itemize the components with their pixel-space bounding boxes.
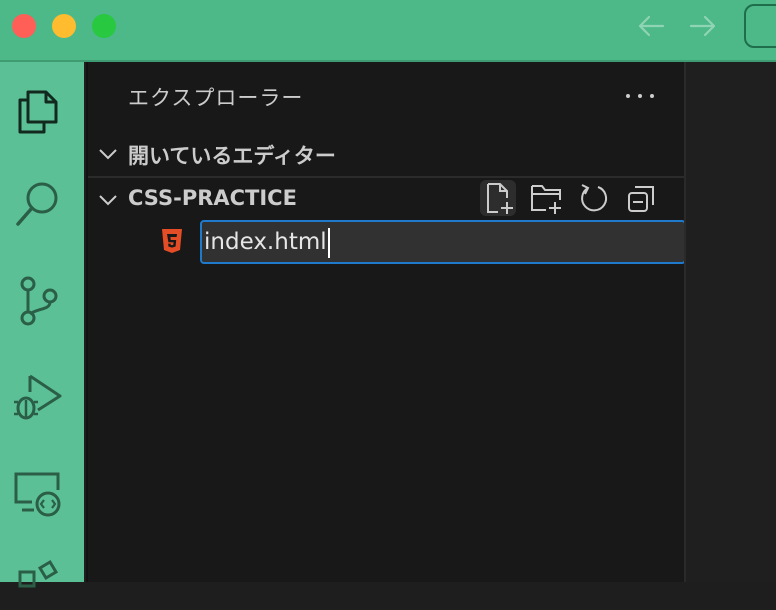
title-bar [0, 0, 776, 62]
go-forward-icon[interactable] [688, 12, 718, 40]
refresh-button[interactable] [576, 180, 612, 216]
activity-bar [0, 62, 84, 588]
chevron-down-icon [99, 195, 117, 206]
maximize-window-button[interactable] [92, 14, 116, 38]
new-folder-button[interactable] [528, 180, 564, 216]
collapse-all-button[interactable] [624, 180, 660, 216]
new-file-icon [487, 183, 513, 214]
section-open-editors[interactable]: 開いているエディター [88, 132, 686, 178]
editor-area[interactable] [684, 62, 776, 582]
chevron-down-icon [99, 149, 117, 160]
more-actions-icon[interactable] [624, 90, 656, 102]
extensions-icon[interactable] [12, 558, 64, 610]
section-project[interactable]: CSS-PRACTICE [88, 178, 686, 222]
close-window-button[interactable] [12, 14, 36, 38]
project-label: CSS-PRACTICE [128, 186, 297, 210]
open-editors-label: 開いているエディター [128, 144, 336, 168]
rename-file-input[interactable] [200, 220, 686, 264]
new-file-button[interactable] [480, 180, 516, 216]
remote-explorer-icon[interactable] [12, 466, 64, 518]
go-back-icon[interactable] [636, 12, 666, 40]
explorer-sidebar: エクスプローラー 開いているエディター CSS-PRACTICE [86, 62, 686, 582]
command-center-search[interactable] [744, 4, 776, 48]
html5-file-icon [162, 229, 182, 253]
file-row-new[interactable] [88, 220, 686, 266]
files-icon[interactable] [12, 84, 64, 136]
collapse-all-icon [628, 186, 654, 212]
explorer-title: エクスプローラー [128, 86, 304, 110]
minimize-window-button[interactable] [52, 14, 76, 38]
search-icon[interactable] [12, 178, 64, 230]
run-debug-icon[interactable] [12, 370, 64, 422]
text-caret [328, 228, 330, 258]
new-folder-icon [531, 185, 561, 214]
refresh-icon [581, 184, 608, 212]
source-control-icon[interactable] [12, 274, 64, 326]
